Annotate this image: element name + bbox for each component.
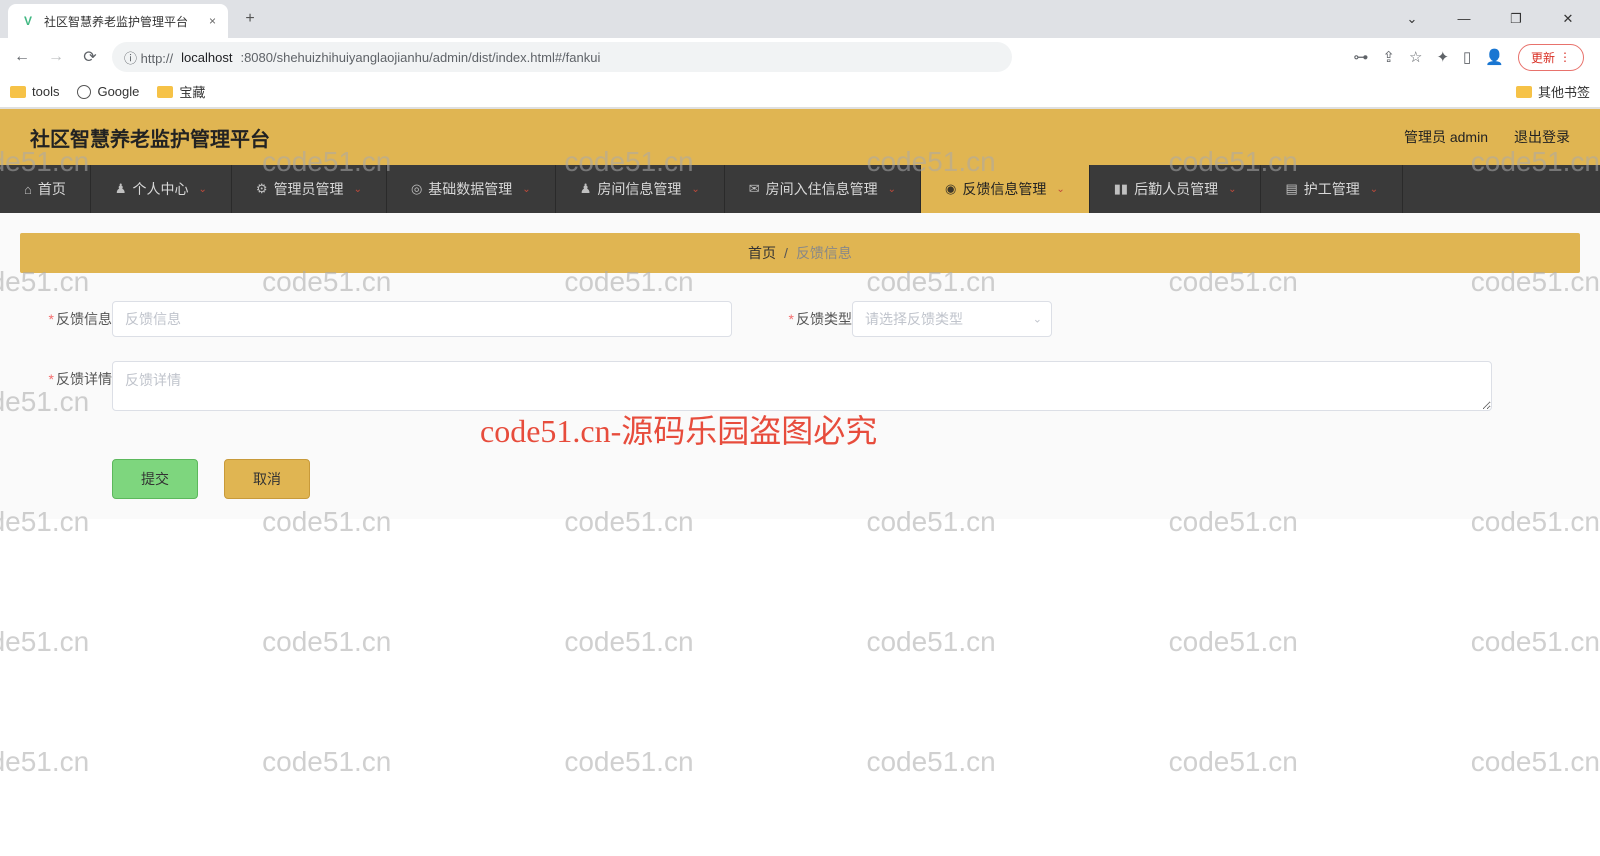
chevron-down-icon: ⌄ <box>354 184 362 195</box>
feedback-icon: ◉ <box>945 181 956 197</box>
folder-icon <box>1516 86 1532 98</box>
folder-icon <box>10 86 26 98</box>
checkin-icon: ✉ <box>749 181 760 197</box>
url-path: :8080/shehuizhihuiyanglaojianhu/admin/di… <box>240 50 600 65</box>
address-row: ← → ⟳ ⓘ http:// localhost :8080/shehuizhih… <box>0 38 1600 76</box>
submit-button[interactable]: 提交 <box>112 459 198 499</box>
staff-icon: ▮▮ <box>1114 181 1128 197</box>
close-tab-icon[interactable]: × <box>209 14 216 28</box>
reload-button[interactable]: ⟳ <box>78 45 102 69</box>
key-icon[interactable]: ⊶ <box>1353 48 1368 66</box>
favicon-icon: V <box>20 13 36 29</box>
chevron-down-icon: ⌄ <box>1228 184 1236 195</box>
globe-icon <box>77 85 91 99</box>
watermark-row: code51.cncode51.cncode51.cncode51.cncode… <box>0 146 1600 178</box>
watermark-row: code51.cncode51.cncode51.cncode51.cncode… <box>0 266 1600 298</box>
chevron-down-icon: ⌄ <box>1370 184 1378 195</box>
tab-title: 社区智慧养老监护管理平台 <box>44 13 188 30</box>
watermark-row: code51.cn <box>0 386 1600 418</box>
chevron-down-icon: ⌄ <box>888 184 896 195</box>
watermark-row: code51.cncode51.cncode51.cncode51.cncode… <box>0 506 1600 538</box>
content: 首页 / 反馈信息 *反馈信息 *反馈类型 ⌄ *反馈详情 提交 取消 <box>0 213 1600 519</box>
minimize-icon[interactable]: — <box>1444 11 1484 27</box>
bookmarks-bar: tools Google 宝藏 其他书签 <box>0 76 1600 108</box>
bookmark-tools[interactable]: tools <box>10 84 59 99</box>
back-button[interactable]: ← <box>10 45 34 69</box>
tab-strip: V 社区智慧养老监护管理平台 × + ⌄ — ❐ ✕ <box>0 0 1600 38</box>
cancel-button[interactable]: 取消 <box>224 459 310 499</box>
home-icon: ⌂ <box>24 182 32 197</box>
url-scheme: ⓘ http:// <box>124 48 173 67</box>
chevron-down-icon: ⌄ <box>1056 184 1064 195</box>
user-icon: ♟ <box>115 181 127 197</box>
bookmark-treasure[interactable]: 宝藏 <box>157 82 205 101</box>
data-icon: ◎ <box>411 181 422 197</box>
update-button[interactable]: 更新 ⋮ <box>1518 44 1584 71</box>
bookmark-star-icon[interactable]: ☆ <box>1409 48 1422 66</box>
watermark-row: code51.cncode51.cncode51.cncode51.cncode… <box>0 626 1600 658</box>
new-tab-button[interactable]: + <box>236 5 264 33</box>
bookmark-google[interactable]: Google <box>77 84 139 99</box>
folder-icon <box>157 86 173 98</box>
browser-tab[interactable]: V 社区智慧养老监护管理平台 × <box>8 4 228 38</box>
watermark-row: code51.cncode51.cncode51.cncode51.cncode… <box>0 746 1600 778</box>
room-icon: ♟ <box>580 181 592 197</box>
extensions-icon[interactable]: ✦ <box>1436 48 1449 66</box>
breadcrumb-sep: / <box>784 245 788 261</box>
forward-button[interactable]: → <box>44 45 68 69</box>
profile-icon[interactable]: 👤 <box>1485 48 1504 66</box>
chevron-down-icon: ⌄ <box>199 184 207 195</box>
breadcrumb-current: 反馈信息 <box>796 243 852 263</box>
maximize-icon[interactable]: ❐ <box>1496 11 1536 27</box>
share-icon[interactable]: ⇪ <box>1382 48 1395 66</box>
toolbar-right: ⊶ ⇪ ☆ ✦ ▯ 👤 更新 ⋮ <box>1353 44 1590 71</box>
url-host: localhost <box>181 50 232 65</box>
field-feedback-type: *反馈类型 ⌄ <box>772 301 1052 337</box>
feedback-type-select[interactable] <box>852 301 1052 337</box>
browser-chrome: V 社区智慧养老监护管理平台 × + ⌄ — ❐ ✕ ← → ⟳ ⓘ http:… <box>0 0 1600 109</box>
chevron-down-icon: ⌄ <box>691 184 699 195</box>
chevron-down-icon: ⌄ <box>522 184 530 195</box>
nurse-icon: ▤ <box>1285 181 1297 197</box>
window-controls: ⌄ — ❐ ✕ <box>1392 11 1600 27</box>
gear-icon: ⚙ <box>256 181 268 197</box>
panel-icon[interactable]: ▯ <box>1463 48 1471 66</box>
menu-dots-icon: ⋮ <box>1559 50 1571 64</box>
address-bar[interactable]: ⓘ http:// localhost :8080/shehuizhihuiyang… <box>112 42 1012 72</box>
chevron-down-icon[interactable]: ⌄ <box>1392 11 1432 27</box>
form-actions: 提交 取消 <box>112 459 1580 499</box>
logout-link[interactable]: 退出登录 <box>1514 127 1570 147</box>
close-window-icon[interactable]: ✕ <box>1548 11 1588 27</box>
feedback-info-input[interactable] <box>112 301 732 337</box>
field-feedback-info: *反馈信息 <box>32 301 732 337</box>
bookmark-other[interactable]: 其他书签 <box>1516 82 1590 101</box>
breadcrumb-home[interactable]: 首页 <box>748 243 776 263</box>
admin-label[interactable]: 管理员 admin <box>1404 127 1488 147</box>
